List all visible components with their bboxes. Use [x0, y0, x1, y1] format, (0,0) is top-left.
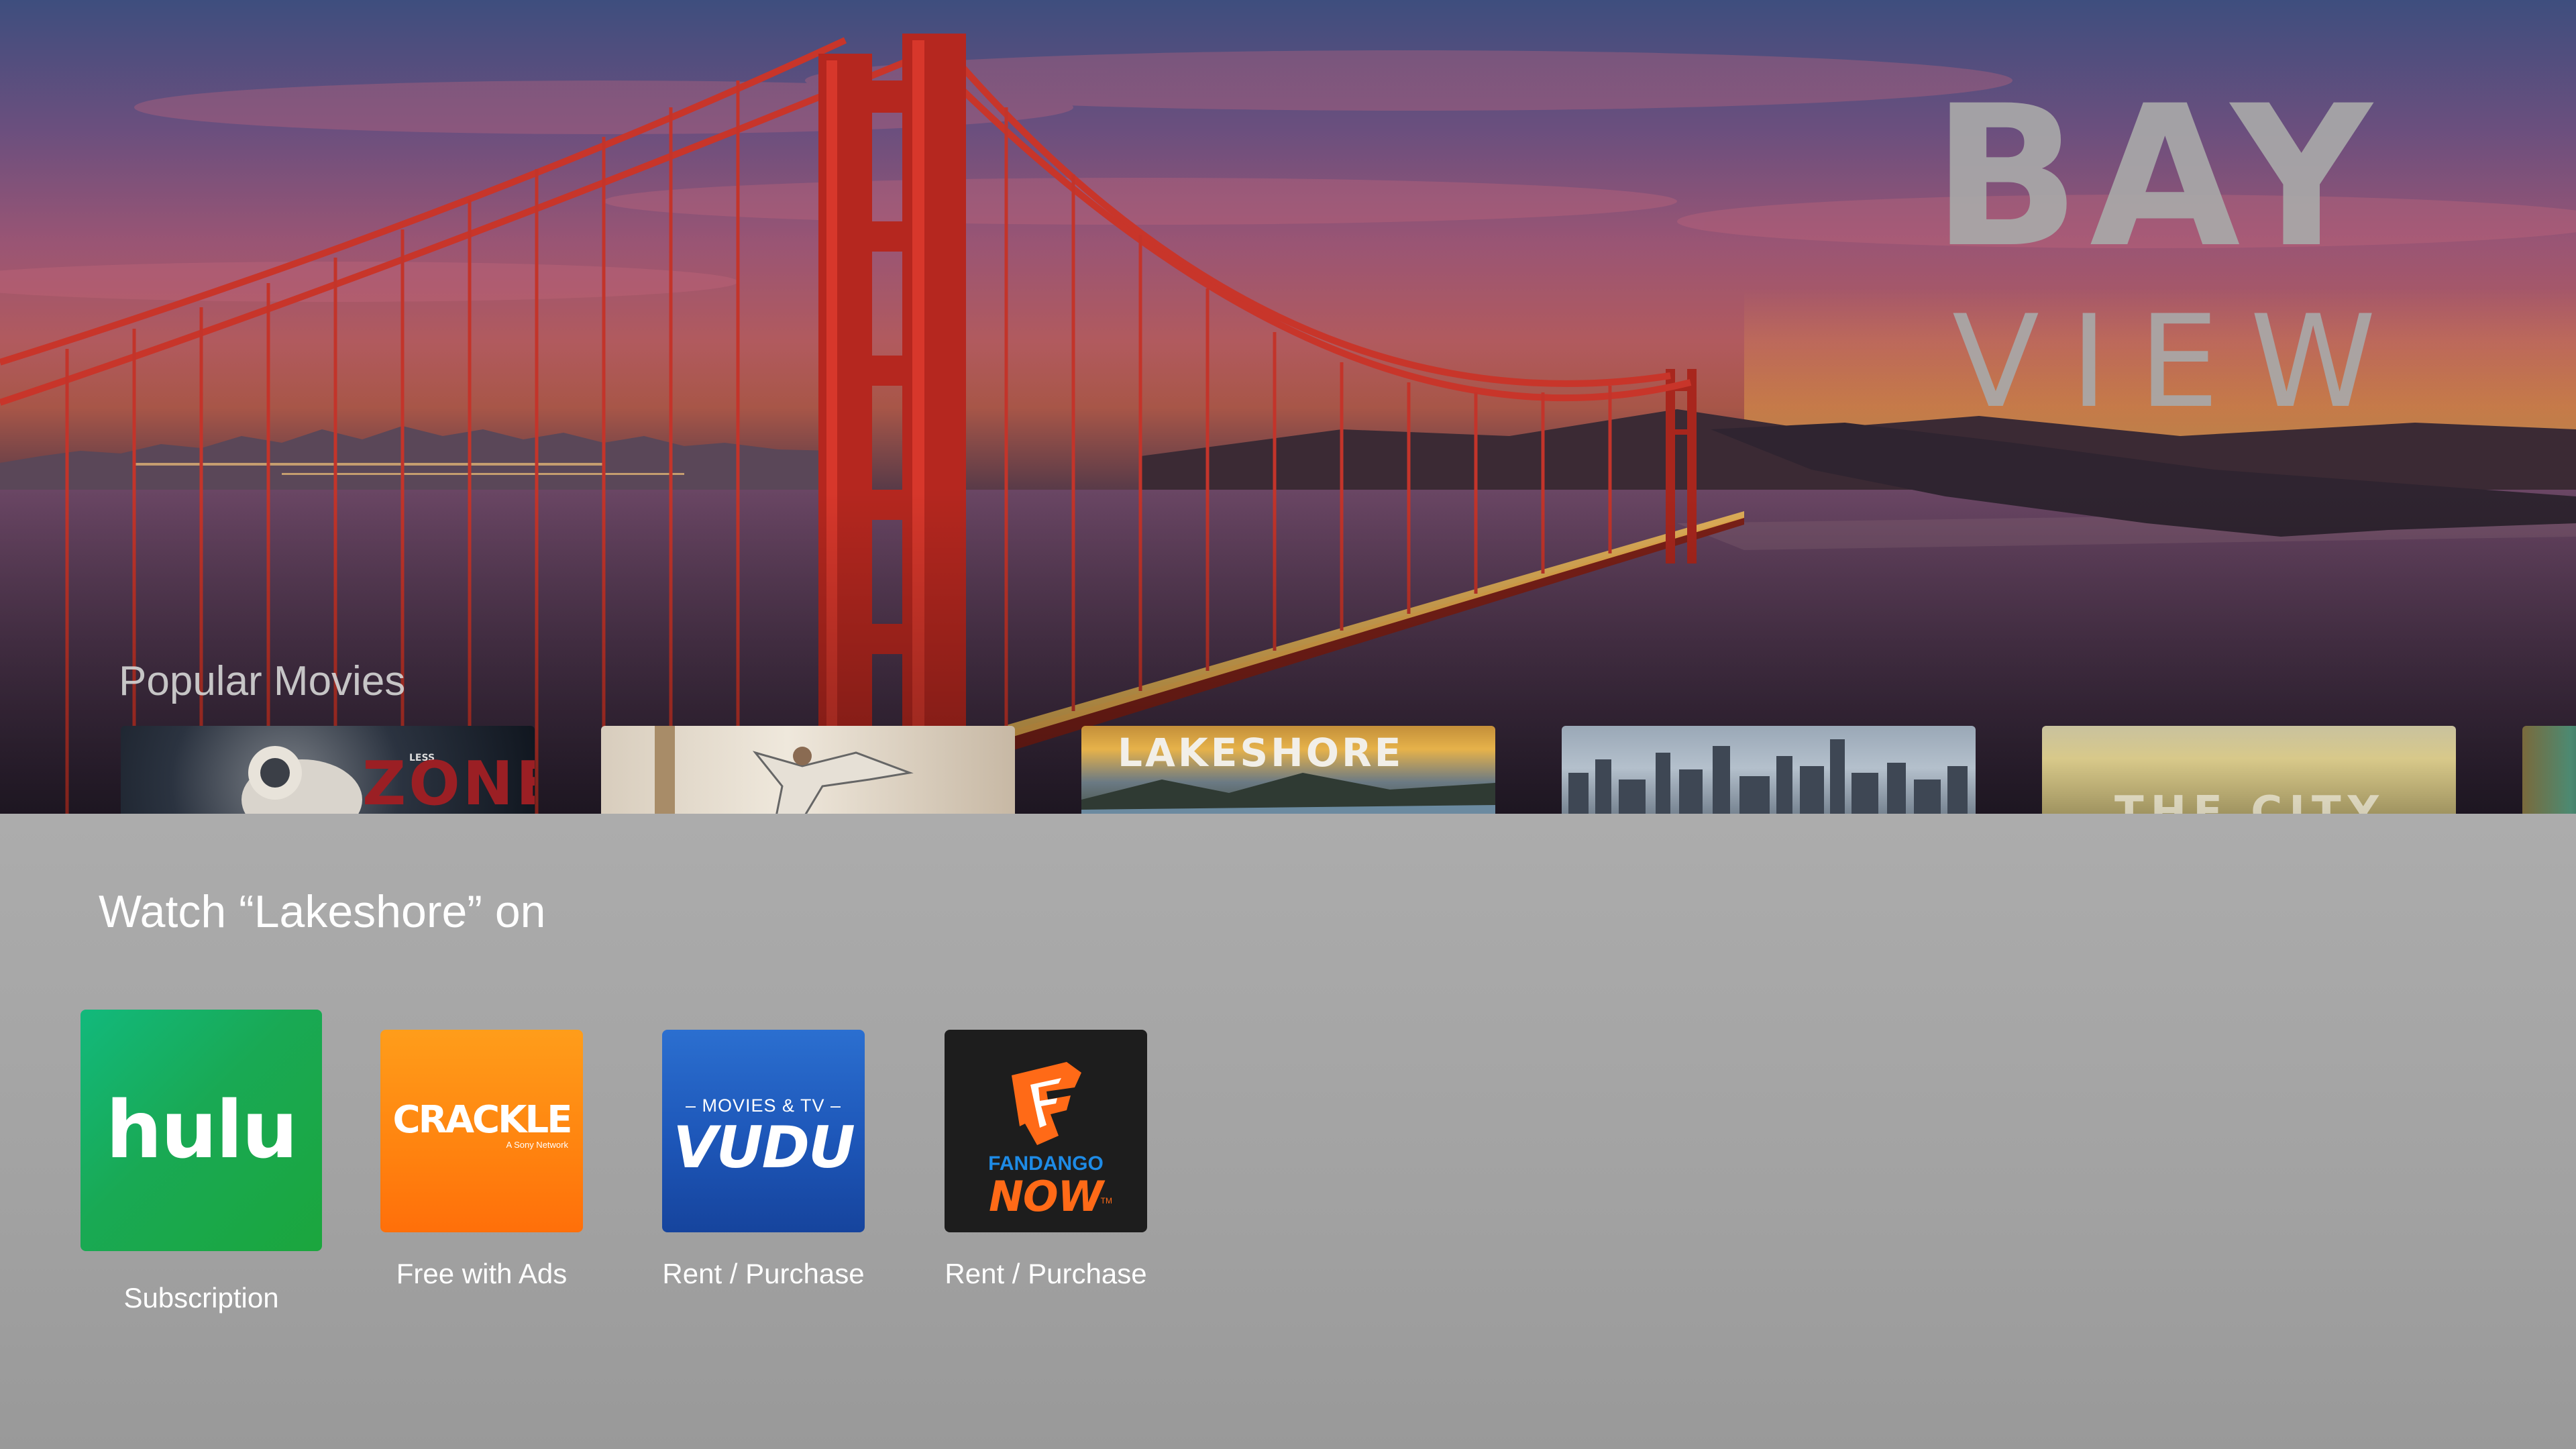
provider-fandango-now[interactable]: FANDANGO NOW TM Rent / Purchase: [945, 1030, 1147, 1290]
crackle-sub: A Sony Network: [506, 1140, 569, 1150]
poster-the-city-title: THE CITY: [2114, 788, 2385, 814]
hero-logo: BAY VIEW: [1932, 64, 2407, 436]
hulu-caption: Subscription: [123, 1282, 279, 1313]
fandango-f-icon: [1012, 1062, 1081, 1145]
poster-zone-title: ZONE: [362, 749, 535, 814]
crackle-logo: CRACKLE: [392, 1098, 573, 1142]
hulu-tile[interactable]: hulu: [80, 1010, 322, 1251]
fandango-now-tile[interactable]: FANDANGO NOW TM: [945, 1030, 1147, 1232]
provider-crackle[interactable]: CRACKLE A Sony Network Free with Ads: [380, 1030, 583, 1290]
hulu-logo: hulu: [105, 1083, 298, 1176]
crackle-tile[interactable]: CRACKLE A Sony Network: [380, 1030, 583, 1232]
hero-logo-line2: VIEW: [1952, 288, 2407, 436]
vudu-sub: – MOVIES & TV –: [685, 1095, 842, 1116]
poster-dancer[interactable]: [601, 726, 1015, 814]
crackle-caption: Free with Ads: [396, 1258, 568, 1289]
poster-partial[interactable]: [2522, 726, 2576, 814]
dancer-image: [655, 726, 914, 814]
fandango-logo: NOW: [989, 1172, 1104, 1221]
poster-zone[interactable]: LESS ZONE: [121, 726, 535, 814]
fandango-caption: Rent / Purchase: [945, 1258, 1147, 1289]
poster-lakeshore[interactable]: LAKESHORE: [1081, 726, 1495, 814]
poster-lakeshore-title: LAKESHORE: [1118, 730, 1404, 775]
vudu-logo: VUDU: [673, 1114, 855, 1181]
provider-hulu[interactable]: hulu Subscription: [80, 1010, 322, 1314]
sheet-title: Watch “Lakeshore” on: [99, 886, 546, 937]
vudu-caption: Rent / Purchase: [662, 1258, 865, 1289]
hero-banner: BAY VIEW Popular Movies LESS ZONE LAKESH…: [0, 0, 2576, 814]
provider-vudu[interactable]: – MOVIES & TV – VUDU Rent / Purchase: [662, 1030, 865, 1290]
poster-the-city[interactable]: THE CITY: [2042, 726, 2456, 814]
poster-city-skyline[interactable]: [1562, 726, 1976, 814]
popular-movies-title: Popular Movies: [119, 658, 406, 704]
hero-logo-line1: BAY: [1932, 64, 2381, 290]
fandango-tm: TM: [1100, 1196, 1112, 1205]
vudu-tile[interactable]: – MOVIES & TV – VUDU: [662, 1030, 865, 1232]
skyline-image: [1568, 739, 1968, 814]
watch-on-sheet: Watch “Lakeshore” on hulu Subscription C…: [0, 814, 2576, 1449]
